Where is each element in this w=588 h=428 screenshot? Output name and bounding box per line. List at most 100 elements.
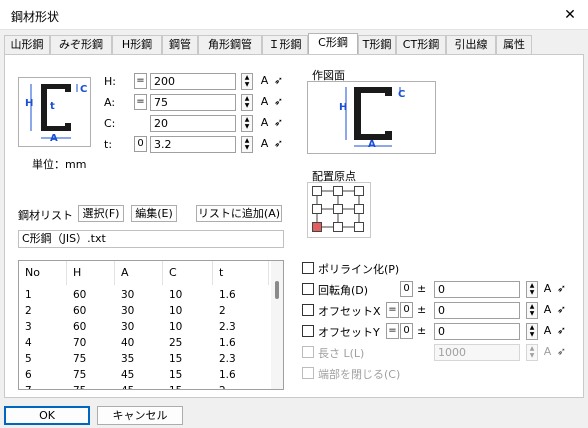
offset-y-a-button[interactable]: A xyxy=(541,323,554,340)
thumb-c-label: C xyxy=(80,84,88,95)
param-a-a-button[interactable]: A xyxy=(258,94,271,111)
length-input[interactable]: 1000 xyxy=(434,344,520,361)
offset-x-spinner[interactable]: ▲ ▼ xyxy=(526,302,538,319)
tab-channel[interactable]: みぞ形鋼 xyxy=(50,35,112,54)
edit-button[interactable]: 編集(E) xyxy=(131,205,177,222)
steel-table: No H A C t 1 60 30 10 1.6 2 60 30 10 2 3… xyxy=(18,260,284,390)
polyline-checkbox[interactable] xyxy=(302,262,314,274)
param-t-pick-icon[interactable]: ➶ xyxy=(272,136,285,153)
param-c-a-button[interactable]: A xyxy=(258,115,271,132)
param-c-spinner[interactable]: ▲ ▼ xyxy=(241,115,253,132)
param-t-input[interactable]: 3.2 xyxy=(150,136,236,153)
tab-c-channel[interactable]: C形鋼 xyxy=(308,33,358,55)
table-scrollbar[interactable] xyxy=(271,261,283,389)
tab-i-beam[interactable]: Ｉ形鋼 xyxy=(262,35,308,54)
offset-x-a-button[interactable]: A xyxy=(541,302,554,319)
offset-x-zero-button[interactable]: 0 xyxy=(400,302,413,318)
cell-a: 30 xyxy=(121,289,135,301)
column-header-a[interactable]: A xyxy=(115,261,163,285)
drawing-a-label: A xyxy=(368,139,376,150)
rotation-mode-button[interactable]: 0 xyxy=(400,281,413,297)
offset-y-spinner[interactable]: ▲ ▼ xyxy=(526,323,538,340)
origin-bottom-right[interactable] xyxy=(354,222,364,232)
origin-center[interactable] xyxy=(333,204,343,214)
tab-h-beam[interactable]: H形鋼 xyxy=(112,35,162,54)
origin-top-center[interactable] xyxy=(333,186,343,196)
table-row[interactable]: 7 75 45 15 2 xyxy=(19,383,269,389)
tab-square-pipe[interactable]: 角形鋼管 xyxy=(198,35,262,54)
ok-button[interactable]: OK xyxy=(4,406,90,425)
column-header-c[interactable]: C xyxy=(163,261,213,285)
tab-leader[interactable]: 引出線 xyxy=(446,35,496,54)
add-to-list-button[interactable]: リストに追加(A) xyxy=(196,205,282,222)
origin-bottom-center[interactable] xyxy=(333,222,343,232)
column-header-h[interactable]: H xyxy=(67,261,115,285)
table-row[interactable]: 1 60 30 10 1.6 xyxy=(19,287,269,303)
cell-a: 30 xyxy=(121,321,135,333)
origin-top-left[interactable] xyxy=(312,186,322,196)
table-row[interactable]: 6 75 45 15 1.6 xyxy=(19,367,269,383)
param-h-a-button[interactable]: A xyxy=(258,73,271,90)
param-h-input[interactable]: 200 xyxy=(150,73,236,90)
param-h-spinner[interactable]: ▲ ▼ xyxy=(241,73,253,90)
offset-x-checkbox[interactable] xyxy=(302,304,314,316)
cell-h: 75 xyxy=(67,383,86,389)
cell-no: 7 xyxy=(19,383,32,389)
offset-x-mode-button[interactable]: = xyxy=(386,302,399,318)
param-a-spinner[interactable]: ▲ ▼ xyxy=(241,94,253,111)
offset-y-zero-button[interactable]: 0 xyxy=(400,323,413,339)
param-a-mode-button[interactable]: = xyxy=(134,94,147,110)
cell-a: 45 xyxy=(121,369,135,381)
offset-y-pick-icon[interactable]: ➶ xyxy=(555,323,568,340)
param-t-spinner[interactable]: ▲ ▼ xyxy=(241,136,253,153)
cancel-button[interactable]: キャンセル xyxy=(97,406,183,425)
origin-middle-left[interactable] xyxy=(312,204,322,214)
cell-c: 15 xyxy=(169,369,183,381)
offset-y-checkbox[interactable] xyxy=(302,325,314,337)
thumb-a-label: A xyxy=(50,133,58,144)
rotation-spinner[interactable]: ▲ ▼ xyxy=(526,281,538,298)
table-row[interactable]: 5 75 35 15 2.3 xyxy=(19,351,269,367)
close-icon[interactable]: ✕ xyxy=(558,4,582,26)
select-button[interactable]: 選択(F) xyxy=(78,205,124,222)
origin-bottom-left[interactable] xyxy=(312,222,322,232)
param-c-input[interactable]: 20 xyxy=(150,115,236,132)
rotation-input[interactable]: 0 xyxy=(434,281,520,298)
offset-y-mode-button[interactable]: = xyxy=(386,323,399,339)
param-a-input[interactable]: 75 xyxy=(150,94,236,111)
offset-x-pick-icon[interactable]: ➶ xyxy=(555,302,568,319)
cell-no: 1 xyxy=(25,289,32,301)
offset-y-input[interactable]: 0 xyxy=(434,323,520,340)
offset-x-input[interactable]: 0 xyxy=(434,302,520,319)
close-ends-checkbox[interactable] xyxy=(302,367,314,379)
list-file-field[interactable]: C形鋼（JIS）.txt xyxy=(18,230,284,248)
origin-top-right[interactable] xyxy=(354,186,364,196)
param-t-mode-button[interactable]: 0 xyxy=(134,136,147,152)
column-header-t[interactable]: t xyxy=(213,261,269,285)
tab-attributes[interactable]: 属性 xyxy=(496,35,532,54)
length-label: 長さ L(L) xyxy=(318,347,365,360)
tab-pipe[interactable]: 鋼管 xyxy=(162,35,198,54)
length-checkbox[interactable] xyxy=(302,346,314,358)
steel-list-label: 鋼材リスト xyxy=(18,209,73,222)
table-row[interactable]: 3 60 30 10 2.3 xyxy=(19,319,269,335)
tab-ct-beam[interactable]: CT形鋼 xyxy=(396,35,446,54)
tab-t-beam[interactable]: T形鋼 xyxy=(358,35,396,54)
param-t-a-button[interactable]: A xyxy=(258,136,271,153)
rotation-a-button[interactable]: A xyxy=(541,281,554,298)
table-row[interactable]: 4 70 40 25 1.6 xyxy=(19,335,269,351)
length-pick-icon[interactable]: ➶ xyxy=(555,344,568,361)
rotation-checkbox[interactable] xyxy=(302,283,314,295)
param-a-pick-icon[interactable]: ➶ xyxy=(272,94,285,111)
table-row[interactable]: 2 60 30 10 2 xyxy=(19,303,269,319)
rotation-pick-icon[interactable]: ➶ xyxy=(555,281,568,298)
param-h-mode-button[interactable]: = xyxy=(134,73,147,89)
param-c-pick-icon[interactable]: ➶ xyxy=(272,115,285,132)
tab-angle[interactable]: 山形鋼 xyxy=(4,35,50,54)
length-spinner[interactable]: ▲ ▼ xyxy=(526,344,538,361)
param-h-pick-icon[interactable]: ➶ xyxy=(272,73,285,90)
origin-middle-right[interactable] xyxy=(354,204,364,214)
column-header-no[interactable]: No xyxy=(19,261,67,285)
scrollbar-thumb[interactable] xyxy=(275,281,279,299)
length-a-button[interactable]: A xyxy=(541,344,554,361)
